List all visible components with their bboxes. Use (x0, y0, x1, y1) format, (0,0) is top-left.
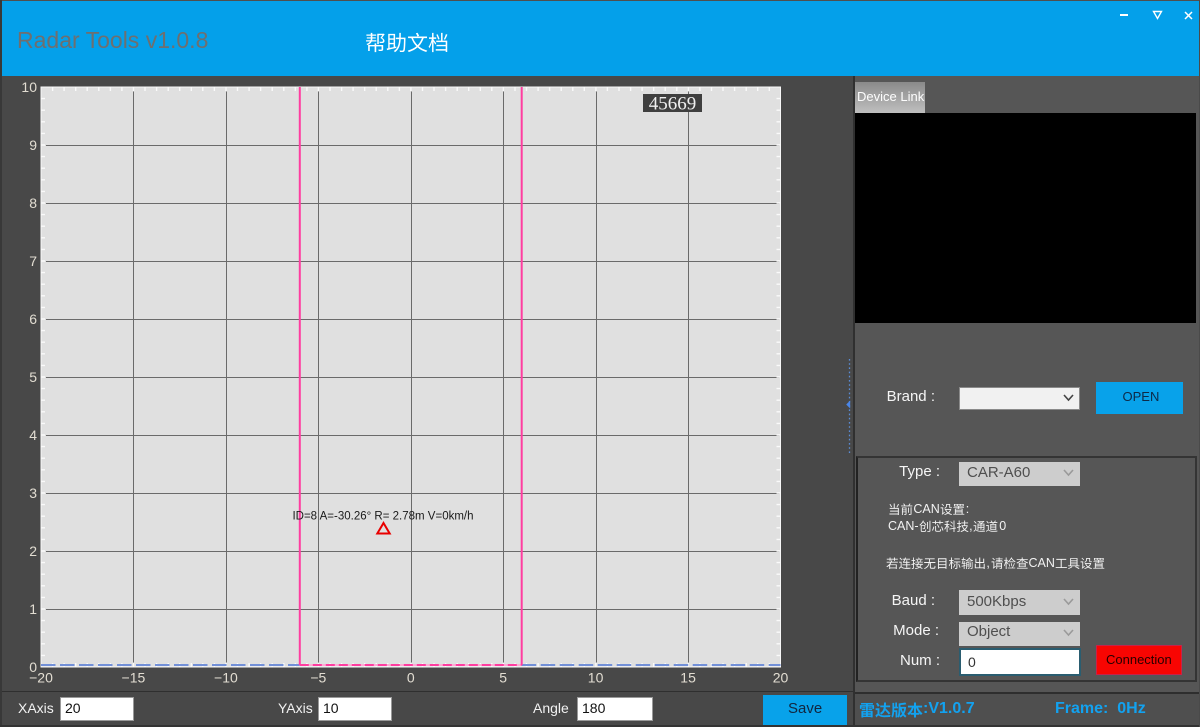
svg-text:10: 10 (21, 79, 37, 95)
svg-text:−15: −15 (122, 670, 146, 686)
svg-text:8: 8 (29, 195, 37, 211)
svg-text:0: 0 (407, 670, 415, 686)
svg-text:7: 7 (29, 253, 37, 269)
svg-text:5: 5 (499, 670, 507, 686)
svg-text:15: 15 (680, 670, 696, 686)
svg-text:20: 20 (773, 670, 789, 686)
svg-text:3: 3 (29, 485, 37, 501)
svg-text:ID=8 A=-30.26° R= 2.78m V=0km/: ID=8 A=-30.26° R= 2.78m V=0km/h (292, 511, 473, 523)
svg-text:−10: −10 (214, 670, 238, 686)
svg-text:6: 6 (29, 311, 37, 327)
svg-text:45669: 45669 (649, 94, 697, 115)
svg-text:−20: −20 (29, 670, 53, 686)
svg-text:10: 10 (588, 670, 604, 686)
svg-text:2: 2 (29, 543, 37, 559)
svg-text:−5: −5 (310, 670, 326, 686)
svg-text:5: 5 (29, 369, 37, 385)
svg-text:1: 1 (29, 601, 37, 617)
svg-text:9: 9 (29, 137, 37, 153)
svg-text:4: 4 (29, 427, 37, 443)
